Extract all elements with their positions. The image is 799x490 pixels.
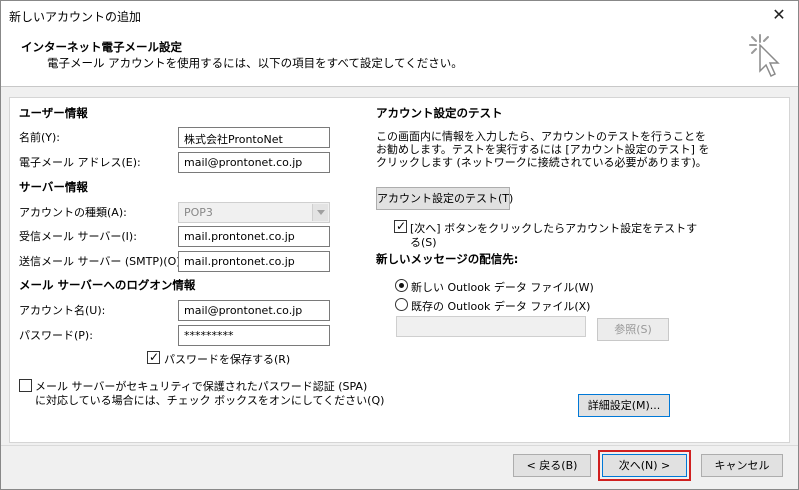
incoming-server-field[interactable]: mail.prontonet.co.jp	[178, 226, 330, 247]
chevron-down-icon	[312, 204, 328, 221]
auto-test-checkbox[interactable]	[394, 218, 407, 234]
existing-data-file-label[interactable]: 既存の Outlook データ ファイル(X)	[411, 298, 590, 314]
name-field[interactable]: 株式会社ProntoNet	[178, 127, 330, 148]
account-type-value: POP3	[184, 206, 213, 219]
dialog-header: インターネット電子メール設定 電子メール アカウントを使用するには、以下の項目を…	[1, 31, 798, 87]
browse-button: 参照(S)	[597, 318, 669, 341]
next-button[interactable]: 次へ(N) >	[598, 450, 691, 481]
outgoing-server-label: 送信メール サーバー (SMTP)(O):	[19, 255, 185, 268]
data-file-path-field	[396, 316, 586, 337]
user-info-heading: ユーザー情報	[19, 106, 88, 120]
spa-label-line2[interactable]: に対応している場合には、チェック ボックスをオンにしてください(Q)	[35, 392, 384, 408]
server-info-heading: サーバー情報	[19, 180, 88, 194]
title-bar: 新しいアカウントの追加 ✕	[1, 1, 798, 31]
test-desc-line3: クリックします (ネットワークに接続されている必要があります)。	[376, 156, 707, 169]
account-type-label: アカウントの種類(A):	[19, 206, 127, 219]
new-data-file-radio[interactable]	[395, 279, 408, 292]
delivery-heading: 新しいメッセージの配信先:	[376, 252, 519, 266]
spa-checkbox[interactable]	[19, 379, 32, 392]
cancel-button[interactable]: キャンセル	[701, 454, 783, 477]
auto-test-label-line1[interactable]: [次へ] ボタンをクリックしたらアカウント設定をテストす	[410, 220, 697, 236]
password-field[interactable]: *********	[178, 325, 330, 346]
save-password-label[interactable]: パスワードを保存する(R)	[164, 351, 290, 367]
logon-info-heading: メール サーバーへのログオン情報	[19, 278, 196, 292]
name-label: 名前(Y):	[19, 131, 61, 144]
email-label: 電子メール アドレス(E):	[19, 156, 141, 169]
cursor-click-icon	[749, 34, 780, 78]
header-subtitle: 電子メール アカウントを使用するには、以下の項目をすべて設定してください。	[47, 56, 463, 70]
account-name-field[interactable]: mail@prontonet.co.jp	[178, 300, 330, 321]
auto-test-label-line2[interactable]: る(S)	[410, 234, 437, 250]
save-password-checkbox[interactable]	[147, 349, 160, 365]
close-icon[interactable]: ✕	[766, 4, 792, 26]
email-field[interactable]: mail@prontonet.co.jp	[178, 152, 330, 173]
footer-divider	[1, 445, 798, 446]
settings-panel: ユーザー情報 名前(Y): 株式会社ProntoNet 電子メール アドレス(E…	[9, 97, 790, 443]
existing-data-file-radio[interactable]	[395, 298, 408, 311]
test-account-button[interactable]: アカウント設定のテスト(T)	[376, 187, 513, 210]
password-label: パスワード(P):	[19, 329, 93, 342]
add-account-dialog: 新しいアカウントの追加 ✕ インターネット電子メール設定 電子メール アカウント…	[0, 0, 799, 490]
back-button[interactable]: < 戻る(B)	[513, 454, 591, 477]
incoming-server-label: 受信メール サーバー(I):	[19, 230, 137, 243]
header-title: インターネット電子メール設定	[21, 40, 182, 54]
new-data-file-label[interactable]: 新しい Outlook データ ファイル(W)	[411, 279, 594, 295]
window-title: 新しいアカウントの追加	[9, 10, 142, 24]
outgoing-server-field[interactable]: mail.prontonet.co.jp	[178, 251, 330, 272]
test-settings-heading: アカウント設定のテスト	[376, 106, 503, 120]
account-type-select: POP3	[178, 202, 330, 223]
more-settings-button[interactable]: 詳細設定(M)...	[578, 394, 670, 417]
account-name-label: アカウント名(U):	[19, 304, 106, 317]
